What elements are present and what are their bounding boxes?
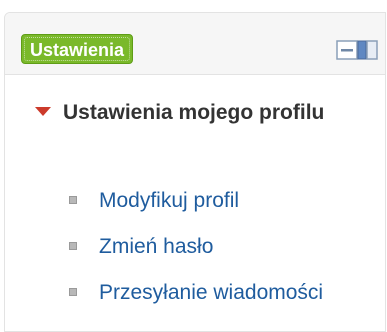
bullet-square-icon <box>69 288 77 296</box>
block-header: Ustawienia <box>5 13 385 75</box>
block-title: Ustawienia <box>21 34 134 64</box>
dock-block-icon[interactable] <box>336 39 378 61</box>
messaging-link[interactable]: Przesyłanie wiadomości <box>99 277 323 309</box>
bullet-square-icon <box>69 196 77 204</box>
triangle-down-icon[interactable] <box>35 107 51 116</box>
settings-block: Ustawienia Ustawienia mojego profilu Mod… <box>4 12 386 332</box>
bullet-square-icon <box>69 242 77 250</box>
profile-settings-label[interactable]: Ustawienia mojego profilu <box>63 95 363 131</box>
modify-profile-link[interactable]: Modyfikuj profil <box>99 185 239 217</box>
change-password-link[interactable]: Zmień hasło <box>99 231 213 263</box>
